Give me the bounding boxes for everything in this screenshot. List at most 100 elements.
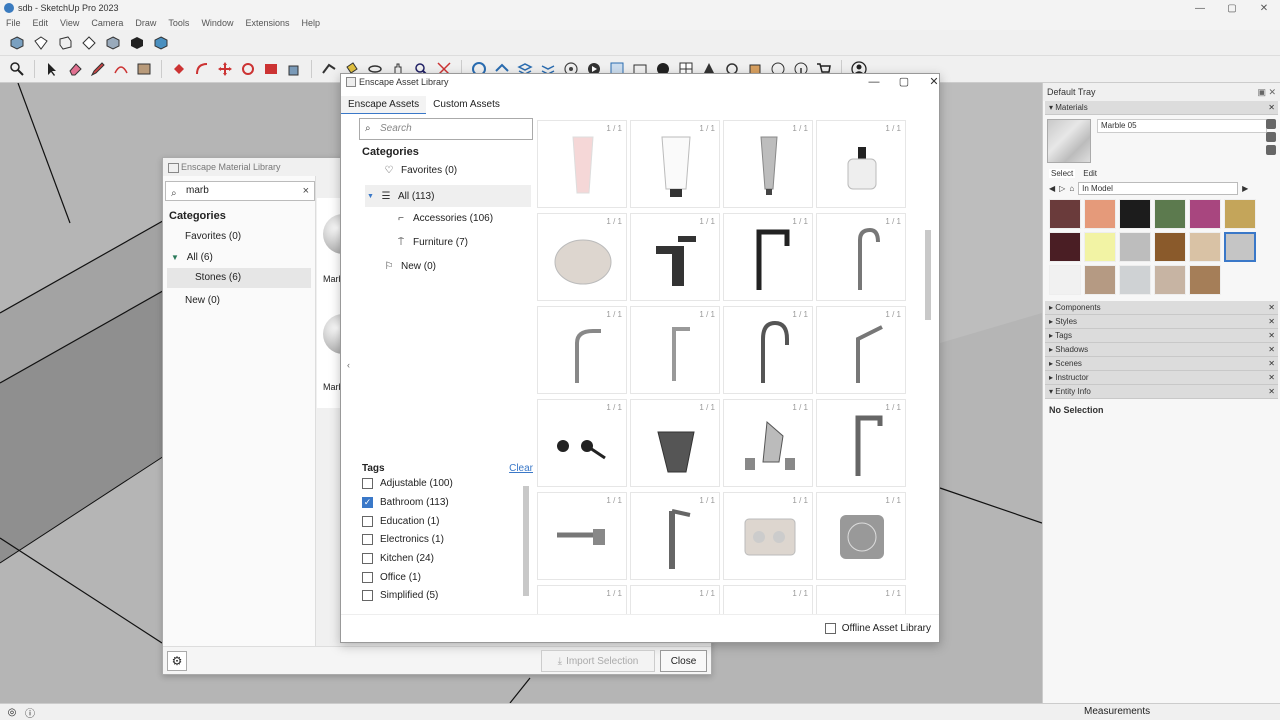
asset-tile[interactable]: 1 / 1 [630, 585, 720, 614]
asset-tile[interactable]: 1 / 1 [723, 399, 813, 487]
scale-icon[interactable] [262, 60, 280, 78]
tags-scrollbar[interactable] [521, 476, 531, 610]
material-swatch[interactable] [1049, 199, 1081, 229]
asset-category-furniture[interactable]: ⍑ Furniture (7) [395, 237, 468, 248]
asset-category-favorites[interactable]: ♡ Favorites (0) [383, 165, 458, 176]
asset-tile[interactable]: 1 / 1 [723, 120, 813, 208]
tab-enscape-assets[interactable]: Enscape Assets [341, 96, 427, 114]
menu-file[interactable]: File [0, 16, 27, 30]
menu-draw[interactable]: Draw [129, 16, 162, 30]
asset-tile[interactable]: 1 / 1 [816, 492, 906, 580]
tag-checkbox[interactable] [362, 516, 373, 527]
sample-paint-icon[interactable] [1266, 132, 1276, 142]
asset-tile[interactable]: 1 / 1 [816, 120, 906, 208]
asset-grid-scrollbar[interactable] [923, 120, 933, 614]
create-material-icon[interactable] [1266, 119, 1276, 129]
offline-checkbox[interactable] [824, 623, 836, 634]
right-view-icon[interactable] [80, 34, 98, 52]
pencil-icon[interactable] [89, 60, 107, 78]
arc-icon[interactable] [112, 60, 130, 78]
asset-tile[interactable]: 1 / 1 [630, 120, 720, 208]
tag-kitchen[interactable]: Kitchen (24) [362, 553, 434, 564]
panel-close-icon[interactable]: ✕ [1268, 315, 1275, 329]
asset-tile[interactable]: 1 / 1 [816, 585, 906, 614]
asset-category-accessories[interactable]: ⌐ Accessories (106) [395, 213, 493, 224]
styles-panel-header[interactable]: ▸ Styles ✕ [1045, 315, 1278, 329]
zoom-icon[interactable] [8, 60, 26, 78]
eraser-icon[interactable] [66, 60, 84, 78]
asset-maximize-button[interactable]: ▢ [889, 74, 919, 90]
menu-extensions[interactable]: Extensions [239, 16, 295, 30]
asset-close-button[interactable]: ✕ [919, 74, 949, 90]
asset-tile[interactable]: 1 / 1 [723, 306, 813, 394]
tag-education[interactable]: Education (1) [362, 516, 439, 527]
push-pull-icon[interactable] [170, 60, 188, 78]
asset-tile[interactable]: 1 / 1 [537, 306, 627, 394]
tag-bathroom[interactable]: ✓ Bathroom (113) [362, 497, 449, 508]
material-swatch[interactable] [1224, 199, 1256, 229]
material-search-input[interactable]: ⌕ marb × [165, 181, 315, 201]
scrollbar-thumb[interactable] [523, 486, 529, 596]
asset-minimize-button[interactable]: — [859, 74, 889, 90]
home-icon[interactable]: ⌂ [1069, 184, 1074, 193]
material-swatch[interactable] [1084, 232, 1116, 262]
move-icon[interactable] [216, 60, 234, 78]
menu-camera[interactable]: Camera [85, 16, 129, 30]
select-icon[interactable] [43, 60, 61, 78]
shaded-style-icon[interactable] [104, 34, 122, 52]
tag-checkbox[interactable] [362, 572, 373, 583]
tags-clear-link[interactable]: Clear [509, 463, 533, 474]
menu-tools[interactable]: Tools [162, 16, 195, 30]
material-swatch[interactable] [1154, 232, 1186, 262]
rectangle-icon[interactable] [135, 60, 153, 78]
materials-panel-header[interactable]: ▾ Materials ✕ [1045, 101, 1278, 115]
tab-select[interactable]: Select [1049, 169, 1076, 178]
info-icon[interactable]: ⓘ [24, 706, 36, 720]
asset-search-input[interactable]: ⌕ Search [359, 118, 533, 140]
scenes-panel-header[interactable]: ▸ Scenes ✕ [1045, 357, 1278, 371]
asset-tile[interactable]: 1 / 1 [723, 492, 813, 580]
asset-tile[interactable]: 1 / 1 [630, 213, 720, 301]
offline-asset-library-option[interactable]: Offline Asset Library [824, 623, 931, 634]
iso-view-icon[interactable] [8, 34, 26, 52]
details-arrow-icon[interactable]: ▶ [1242, 184, 1248, 193]
entity-info-panel-header[interactable]: ▾ Entity Info ✕ [1045, 385, 1278, 399]
panel-close-icon[interactable]: ✕ [1268, 101, 1275, 115]
tab-custom-assets[interactable]: Custom Assets [426, 96, 507, 114]
clear-search-icon[interactable]: × [303, 182, 309, 200]
tag-electronics[interactable]: Electronics (1) [362, 534, 444, 545]
close-button[interactable]: ✕ [1248, 0, 1280, 16]
menu-view[interactable]: View [54, 16, 85, 30]
asset-category-new[interactable]: ⚐ New (0) [383, 261, 437, 272]
scrollbar-thumb[interactable] [925, 230, 931, 320]
panel-close-icon[interactable]: ✕ [1268, 343, 1275, 357]
asset-tile[interactable]: 1 / 1 [630, 306, 720, 394]
material-collection-select[interactable]: In Model [1078, 182, 1239, 195]
asset-tile[interactable]: 1 / 1 [723, 585, 813, 614]
material-swatch[interactable] [1119, 232, 1151, 262]
tray-controls[interactable]: ▣ ✕ [1257, 83, 1276, 101]
material-swatch[interactable] [1189, 265, 1221, 295]
import-selection-button[interactable]: ⤓ Import Selection [541, 650, 655, 672]
tag-office[interactable]: Office (1) [362, 572, 421, 583]
material-category-new[interactable]: New (0) [185, 295, 220, 306]
offset-icon[interactable] [193, 60, 211, 78]
rotate-icon[interactable] [239, 60, 257, 78]
tag-simplified[interactable]: Simplified (5) [362, 590, 438, 601]
material-swatch[interactable] [1084, 265, 1116, 295]
material-name-field[interactable]: Marble 05 [1097, 119, 1267, 133]
tab-edit[interactable]: Edit [1083, 169, 1097, 178]
tag-checkbox[interactable] [362, 478, 373, 489]
menu-help[interactable]: Help [295, 16, 326, 30]
minimize-button[interactable]: — [1184, 0, 1216, 16]
asset-tile[interactable]: 1 / 1 [723, 213, 813, 301]
panel-close-icon[interactable]: ✕ [1268, 385, 1275, 399]
asset-tile[interactable]: 1 / 1 [630, 399, 720, 487]
material-swatch[interactable] [1119, 265, 1151, 295]
shadows-panel-header[interactable]: ▸ Shadows ✕ [1045, 343, 1278, 357]
collapse-sidebar-icon[interactable]: ‹ [347, 360, 350, 370]
material-category-favorites[interactable]: Favorites (0) [185, 231, 241, 242]
asset-tile[interactable]: 1 / 1 [537, 585, 627, 614]
asset-category-all[interactable]: ▼ ☰ All (113) [365, 185, 531, 207]
close-material-library-button[interactable]: Close [660, 650, 707, 672]
